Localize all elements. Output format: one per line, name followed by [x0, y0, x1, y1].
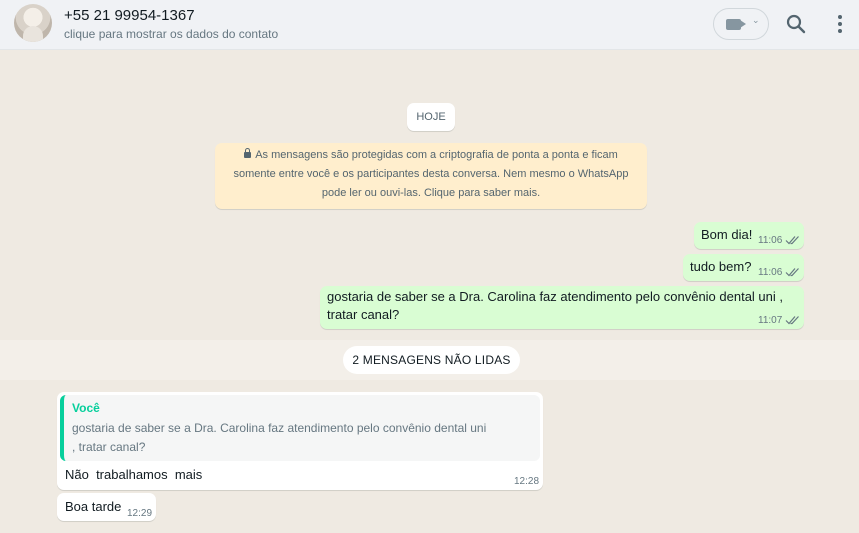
- message-time: 12:28: [514, 476, 540, 487]
- date-separator: HOJE: [407, 103, 455, 131]
- message-time: 11:07: [758, 315, 783, 326]
- video-call-button[interactable]: ⌄: [713, 8, 769, 40]
- message-time: 11:06: [758, 267, 783, 278]
- incoming-message[interactable]: Boa tarde 12:29: [57, 493, 156, 521]
- incoming-message[interactable]: Você gostaria de saber se a Dra. Carolin…: [57, 392, 543, 490]
- quote-author: Você: [72, 401, 100, 415]
- search-icon: [786, 14, 806, 34]
- encryption-line: As mensagens são protegidas com a cripto…: [229, 146, 633, 165]
- quote-text: gostaria de saber se a Dra. Carolina faz…: [72, 419, 512, 457]
- quoted-message[interactable]: Você gostaria de saber se a Dra. Carolin…: [60, 395, 540, 461]
- message-text: Não trabalhamos mais: [65, 467, 203, 482]
- message-time: 12:29: [127, 508, 153, 519]
- menu-button[interactable]: [830, 12, 850, 36]
- message-time: 11:06: [758, 235, 783, 246]
- message-text-line: tratar canal?: [327, 307, 400, 322]
- chat-area[interactable]: HOJE As mensagens são protegidas com a c…: [0, 50, 859, 533]
- video-call-icon: [726, 19, 746, 30]
- message-text: tudo bem?: [690, 259, 752, 274]
- contact-phone[interactable]: +55 21 99954-1367: [64, 7, 195, 24]
- message-text-line: gostaria de saber se a Dra. Carolina faz…: [327, 289, 784, 304]
- quote-text-line: gostaria de saber se a Dra. Carolina faz…: [72, 421, 487, 435]
- unread-messages-label: 2 MENSAGENS NÃO LIDAS: [343, 346, 520, 374]
- double-check-icon: [785, 236, 799, 245]
- message-text: Bom dia!: [701, 227, 753, 242]
- search-button[interactable]: [784, 12, 808, 36]
- quote-text-line: , tratar canal?: [72, 440, 146, 454]
- encryption-notice[interactable]: As mensagens são protegidas com a cripto…: [215, 143, 647, 209]
- encryption-line: pode ler ou ouvi-las. Clique para saber …: [321, 187, 541, 199]
- double-check-icon: [785, 268, 799, 277]
- outgoing-message[interactable]: Bom dia! 11:06: [694, 222, 804, 249]
- chevron-down-icon: ⌄: [752, 15, 760, 25]
- encryption-line: somente entre você e os participantes de…: [233, 168, 629, 180]
- avatar[interactable]: [14, 4, 52, 42]
- double-check-icon: [785, 316, 799, 325]
- outgoing-message[interactable]: gostaria de saber se a Dra. Carolina faz…: [320, 286, 804, 329]
- menu-icon: [838, 15, 842, 33]
- chat-header: +55 21 99954-1367 clique para mostrar os…: [0, 0, 859, 50]
- message-text: Boa tarde: [65, 499, 122, 514]
- outgoing-message[interactable]: tudo bem? 11:06: [683, 254, 804, 281]
- contact-info-hint[interactable]: clique para mostrar os dados do contato: [64, 27, 278, 41]
- lock-icon: [244, 148, 252, 158]
